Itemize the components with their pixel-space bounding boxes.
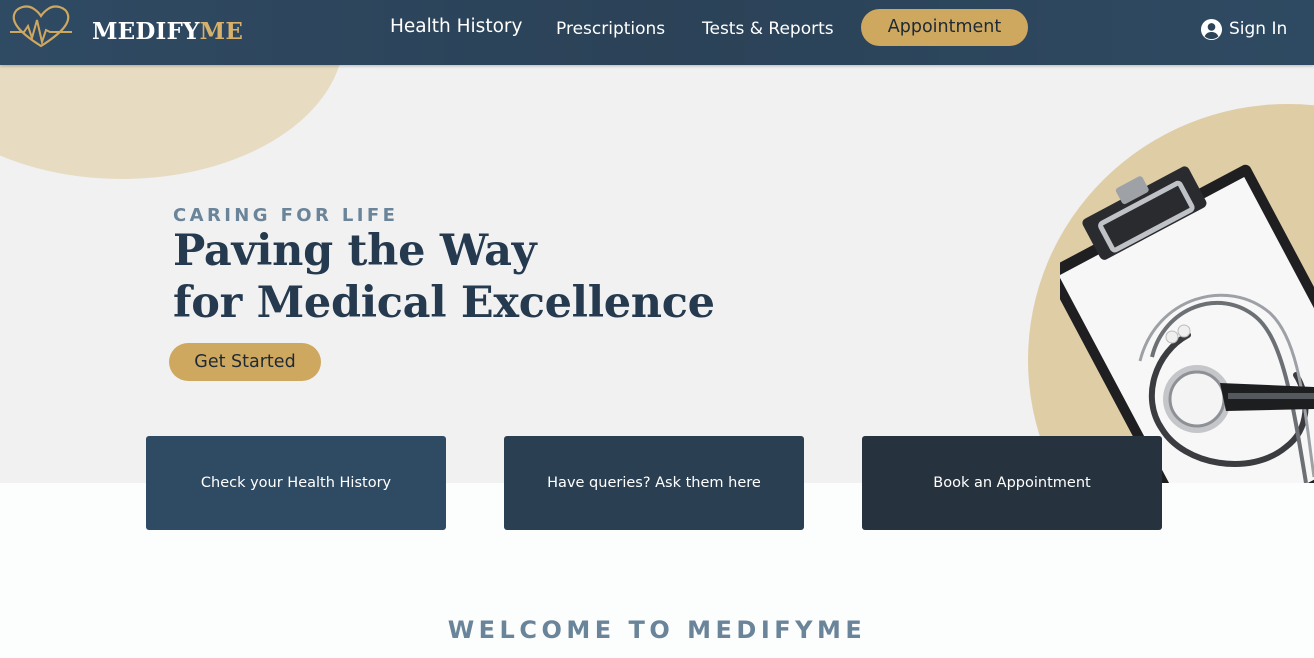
hero-headline-line2: for Medical Excellence	[173, 278, 715, 328]
nav-link-health-history[interactable]: Health History	[390, 0, 522, 56]
heart-pulse-icon	[10, 5, 72, 48]
appointment-button[interactable]: Appointment	[861, 9, 1028, 46]
sign-in-label: Sign In	[1229, 19, 1288, 39]
welcome-heading: WELCOME TO MEDIFYME	[447, 616, 867, 644]
card-ask-queries[interactable]: Have queries? Ask them here	[504, 436, 804, 530]
clipboard-stethoscope-image	[1060, 164, 1314, 483]
hero-eyebrow: CARING FOR LIFE	[173, 205, 399, 226]
hero-headline: Paving the Way for Medical Excellence	[173, 225, 715, 329]
hero-headline-line1: Paving the Way	[173, 226, 537, 276]
top-navbar: MEDIFYME Health History Prescriptions Te…	[0, 0, 1314, 65]
sign-in-link[interactable]: Sign In	[1200, 17, 1287, 41]
brand-main: MEDIFY	[92, 18, 200, 45]
nav-link-tests-reports[interactable]: Tests & Reports	[702, 0, 834, 58]
brand[interactable]: MEDIFYME	[10, 4, 243, 50]
brand-name: MEDIFYME	[92, 18, 243, 45]
card-health-history[interactable]: Check your Health History	[146, 436, 446, 530]
user-circle-icon	[1200, 18, 1223, 40]
nav-link-prescriptions[interactable]: Prescriptions	[556, 0, 665, 58]
decorative-circle-left	[0, 65, 344, 179]
brand-accent: ME	[199, 18, 244, 45]
card-book-appointment[interactable]: Book an Appointment	[862, 436, 1162, 530]
get-started-button[interactable]: Get Started	[169, 343, 321, 381]
hero-section: CARING FOR LIFE Paving the Way for Medic…	[0, 65, 1314, 483]
